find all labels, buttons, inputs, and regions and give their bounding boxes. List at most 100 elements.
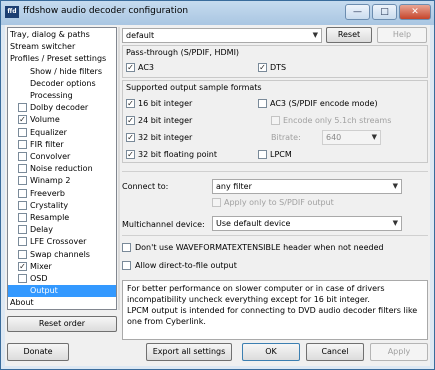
tree-item-checkbox[interactable] [18, 139, 27, 149]
tree-item-checkbox[interactable] [18, 274, 27, 283]
splitter[interactable] [118, 27, 120, 310]
tree-item[interactable]: Tray, dialog & paths [8, 29, 116, 41]
tree-item[interactable]: Resample [8, 212, 116, 224]
tree-item-label: Crystality [30, 200, 69, 210]
tree-item-checkbox[interactable] [18, 176, 27, 186]
title-bar[interactable]: ffd ffdshow audio decoder configuration … [1, 1, 434, 25]
apply-button[interactable]: Apply [370, 343, 428, 361]
tree-item[interactable]: Show / hide filters [8, 66, 116, 78]
separator [122, 171, 428, 172]
tree-item[interactable]: Decoder options [8, 78, 116, 90]
float32-label: 32 bit floating point [138, 150, 217, 159]
tree-item[interactable]: Winamp 2 [8, 175, 116, 187]
window-title: ffdshow audio decoder configuration [23, 6, 189, 16]
encode-51-checkbox[interactable] [271, 116, 280, 125]
tree-item-label: LFE Crossover [30, 237, 87, 247]
help-button[interactable]: Help [377, 27, 427, 43]
tree-item-checkbox[interactable] [18, 152, 27, 161]
tree-item-checkbox[interactable] [18, 103, 27, 113]
ac3-passthrough-label: AC3 [138, 63, 155, 72]
tree-item[interactable]: Profiles / Preset settings [8, 53, 116, 65]
tree-item[interactable]: Swap channels [8, 249, 116, 261]
ac3-encode-checkbox[interactable] [258, 99, 267, 108]
tree-item[interactable]: Crystality [8, 200, 116, 212]
tree-item-label: OSD [30, 274, 48, 283]
chevron-down-icon: ▼ [312, 31, 318, 39]
dts-passthrough-label: DTS [270, 63, 287, 72]
tree-item-label: Resample [30, 213, 70, 222]
donate-button[interactable]: Donate [7, 343, 69, 361]
app-icon: ffd [5, 6, 19, 18]
cancel-button[interactable]: Cancel [306, 343, 364, 361]
reset-order-button[interactable]: Reset order [7, 316, 117, 332]
dialog-client-area: Tray, dialog & paths Stream switcher Profi… [5, 25, 430, 366]
no-wfe-checkbox[interactable] [122, 243, 131, 252]
tree-item-checkbox[interactable] [18, 237, 27, 247]
minimize-button[interactable]: — [345, 4, 370, 20]
spdif-only-label: Apply only to S/PDIF output [224, 198, 334, 207]
tree-item[interactable]: Output [8, 285, 116, 298]
tree-item-label: Dolby decoder [30, 103, 89, 113]
direct-file-checkbox[interactable] [122, 261, 131, 270]
lpcm-checkbox[interactable] [258, 150, 267, 159]
tree-item-label: Equalizer [30, 127, 67, 137]
tree-item[interactable]: Stream switcher [8, 41, 116, 53]
tree-item-label: Swap channels [30, 249, 90, 259]
tree-item[interactable]: OSD [8, 273, 116, 285]
info-text: For better performance on slower compute… [122, 280, 428, 340]
tree-item-checkbox[interactable] [18, 225, 27, 235]
preset-select[interactable]: default ▼ [122, 28, 322, 43]
tree-item[interactable]: Delay [8, 224, 116, 236]
sample-formats-title: Supported output sample formats [126, 83, 262, 92]
connect-to-select[interactable]: any filter ▼ [212, 179, 402, 194]
tree-item[interactable]: ✓ Volume [8, 114, 116, 126]
maximize-button[interactable]: □ [372, 4, 397, 20]
tree-item-label: Noise reduction [30, 164, 93, 174]
tree-item-checkbox[interactable] [18, 249, 27, 259]
bitrate-select[interactable]: 640 ▼ [322, 130, 381, 145]
sample-formats-group: Supported output sample formats ✓ 16 bit… [122, 80, 428, 163]
float32-checkbox[interactable]: ✓ [126, 150, 135, 159]
tree-item-checkbox[interactable]: ✓ [18, 115, 27, 125]
preset-reset-button[interactable]: Reset [326, 27, 372, 43]
no-wfe-label: Don't use WAVEFORMATEXTENSIBLE header wh… [135, 243, 384, 252]
export-settings-button[interactable]: Export all settings [146, 343, 232, 361]
tree-item-checkbox[interactable]: ✓ [18, 261, 27, 271]
chevron-down-icon: ▼ [371, 133, 377, 141]
dts-passthrough-checkbox[interactable]: ✓ [258, 63, 267, 72]
tree-item[interactable]: Noise reduction [8, 163, 116, 175]
int32-checkbox[interactable]: ✓ [126, 133, 135, 142]
tree-item-label: Mixer [30, 261, 52, 271]
tree-item[interactable]: FIR filter [8, 139, 116, 151]
tree-item[interactable]: Dolby decoder [8, 102, 116, 114]
bitrate-label: Bitrate: [271, 133, 301, 142]
close-button[interactable]: ✕ [399, 4, 431, 20]
spdif-only-checkbox[interactable] [212, 198, 221, 207]
tree-item[interactable]: Convolver [8, 151, 116, 163]
tree-item[interactable]: Freeverb [8, 188, 116, 200]
tree-item-checkbox[interactable] [18, 127, 27, 137]
preset-select-value: default [126, 31, 155, 40]
int16-checkbox[interactable]: ✓ [126, 99, 135, 108]
tree-item-label: Tray, dialog & paths [10, 30, 90, 39]
ac3-passthrough-checkbox[interactable]: ✓ [126, 63, 135, 72]
main-window: ffd ffdshow audio decoder configuration … [0, 0, 435, 370]
ok-button[interactable]: OK [242, 343, 300, 361]
tree-item[interactable]: Equalizer [8, 127, 116, 139]
tree-item[interactable]: Processing [8, 90, 116, 102]
tree-item[interactable]: About [8, 297, 116, 309]
int24-checkbox[interactable]: ✓ [126, 116, 135, 125]
settings-tree[interactable]: Tray, dialog & paths Stream switcher Profi… [7, 27, 117, 310]
tree-item-checkbox[interactable] [18, 213, 27, 222]
connect-to-label: Connect to: [122, 182, 169, 191]
tree-item-checkbox[interactable] [18, 200, 27, 210]
multichannel-select[interactable]: Use default device ▼ [212, 216, 402, 231]
tree-item[interactable]: ✓ Mixer [8, 261, 116, 273]
direct-file-label: Allow direct-to-file output [135, 261, 237, 270]
tree-item-checkbox[interactable] [18, 164, 27, 174]
tree-item-label: Decoder options [30, 78, 96, 88]
int24-label: 24 bit integer [138, 116, 193, 125]
tree-item-checkbox[interactable] [18, 188, 27, 198]
connect-to-value: any filter [216, 182, 252, 191]
tree-item[interactable]: LFE Crossover [8, 236, 116, 248]
